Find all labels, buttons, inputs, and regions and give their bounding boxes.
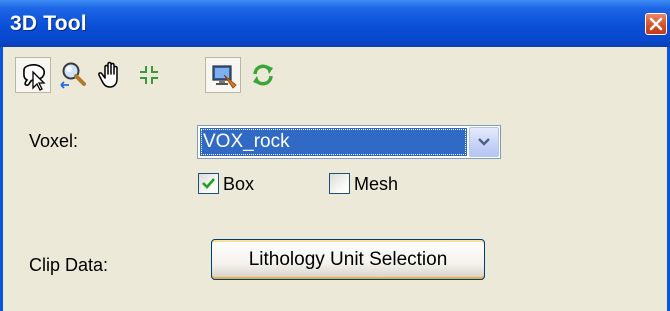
pan-tool-button[interactable] xyxy=(93,57,129,93)
close-button[interactable] xyxy=(645,13,667,35)
refresh-icon xyxy=(253,64,273,86)
box-label[interactable]: Box xyxy=(223,174,254,195)
clip-data-label: Clip Data: xyxy=(29,255,109,275)
mesh-label[interactable]: Mesh xyxy=(354,174,398,195)
zoom-tool-button[interactable] xyxy=(55,57,91,93)
magnifier-arrows-icon xyxy=(60,62,86,89)
display-tool-button[interactable] xyxy=(205,57,241,93)
title-bar[interactable]: 3D Tool xyxy=(0,0,670,47)
voxel-dropdown-button[interactable] xyxy=(469,127,499,157)
voxel-select[interactable]: VOX_rock xyxy=(197,125,501,159)
lasso-pointer-icon xyxy=(23,64,46,91)
select-tool-button[interactable] xyxy=(15,57,51,93)
collapse-arrows-icon xyxy=(138,64,160,86)
box-checkbox[interactable] xyxy=(198,173,219,194)
hand-icon xyxy=(98,61,118,88)
chevron-down-icon xyxy=(478,138,490,146)
checkmark-icon xyxy=(202,178,215,189)
refresh-tool-button[interactable] xyxy=(245,57,281,93)
lithology-unit-selection-button[interactable]: Lithology Unit Selection xyxy=(211,239,485,280)
voxel-label: Voxel: xyxy=(29,131,79,151)
full-extent-tool-button[interactable] xyxy=(131,57,167,93)
window-title: 3D Tool xyxy=(10,12,87,35)
mesh-checkbox[interactable] xyxy=(329,173,350,194)
toolbar xyxy=(13,55,653,97)
close-icon xyxy=(649,17,663,31)
tool-window: 3D Tool Voxel: VOX_rock Box Mesh Clip Da… xyxy=(0,0,670,311)
voxel-select-value[interactable]: VOX_rock xyxy=(200,128,467,156)
monitor-icon xyxy=(212,65,237,89)
